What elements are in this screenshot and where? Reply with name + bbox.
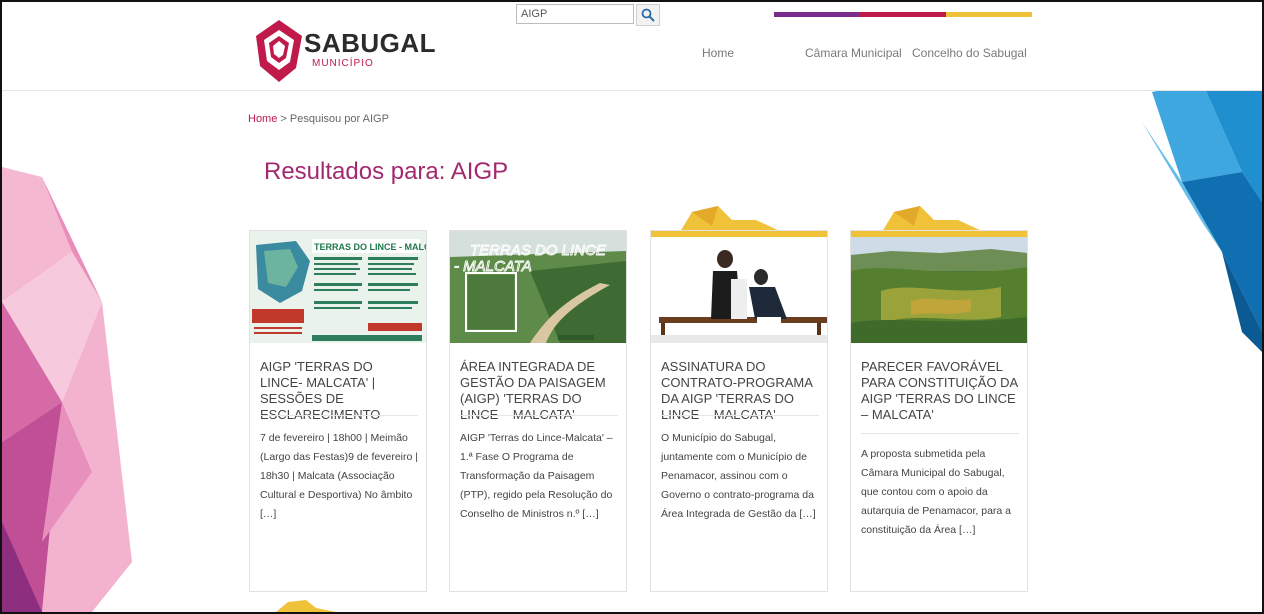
poster-image: TERRAS DO LINCE - MALCATA	[250, 231, 426, 343]
card-divider	[661, 415, 819, 416]
page-title: Resultados para: AIGP	[264, 158, 509, 185]
result-card[interactable]: TERRAS DO LINCE - MALCATA ÁREA INTEGRADA…	[449, 230, 627, 592]
image-overlay-title: TERRAS DO LINCE	[470, 242, 607, 259]
breadcrumb-current: > Pesquisou por AIGP	[277, 113, 389, 125]
decorative-polygons-left	[2, 167, 132, 612]
ribbon-decoration	[276, 600, 336, 612]
search-input[interactable]	[516, 4, 634, 24]
search-icon	[641, 8, 655, 22]
card-image[interactable]: TERRAS DO LINCE - MALCATA	[250, 231, 426, 343]
result-card[interactable]: TERRAS DO LINCE - MALCATA AIGP 'TERRAS D…	[249, 230, 427, 592]
brand-color-bar	[774, 12, 1032, 17]
signing-photo	[651, 231, 827, 343]
card-divider	[260, 415, 418, 416]
card-title[interactable]: ASSINATURA DO CONTRATO-PROGRAMA DA AIGP …	[661, 359, 819, 423]
site-header: SABUGAL MUNICÍPIO Home Câmara Municipal …	[2, 2, 1262, 91]
nav-concelho-do-sabugal[interactable]: Concelho do Sabugal	[912, 46, 1027, 60]
result-card[interactable]: PARECER FAVORÁVEL PARA CONSTITUIÇÃO DA A…	[850, 230, 1028, 592]
sabugal-logo-icon	[256, 20, 302, 82]
breadcrumb-home-link[interactable]: Home	[248, 113, 277, 125]
breadcrumb: Home > Pesquisou por AIGP	[248, 113, 389, 125]
card-excerpt: 7 de fevereiro | 18h00 | Meimão (Largo d…	[260, 432, 418, 520]
image-overlay-subtitle: - MALCATA	[454, 258, 532, 275]
search-button[interactable]	[636, 4, 660, 26]
forest-landscape-image	[851, 231, 1027, 343]
card-title[interactable]: PARECER FAVORÁVEL PARA CONSTITUIÇÃO DA A…	[861, 359, 1019, 423]
landscape-image: TERRAS DO LINCE - MALCATA	[450, 231, 626, 343]
ribbon-decoration	[882, 206, 984, 232]
card-image[interactable]	[651, 231, 827, 343]
poster-title: TERRAS DO LINCE - MALCATA	[314, 242, 426, 252]
nav-camara-municipal[interactable]: Câmara Municipal	[805, 46, 902, 60]
card-excerpt: A proposta submetida pela Câmara Municip…	[861, 448, 1012, 536]
nav-home[interactable]: Home	[702, 46, 734, 60]
result-card[interactable]: ASSINATURA DO CONTRATO-PROGRAMA DA AIGP …	[650, 230, 828, 592]
card-divider	[861, 433, 1019, 434]
logo-name: SABUGAL	[304, 28, 437, 58]
card-title[interactable]: ÁREA INTEGRADA DE GESTÃO DA PAISAGEM (AI…	[460, 359, 618, 423]
card-divider	[460, 415, 618, 416]
browser-page: SABUGAL MUNICÍPIO Home Câmara Municipal …	[0, 0, 1264, 614]
logo-subtitle: MUNICÍPIO	[312, 58, 374, 69]
ribbon-decoration	[680, 206, 782, 232]
card-image[interactable]	[851, 231, 1027, 343]
card-excerpt: AIGP 'Terras do Lince-Malcata' – 1.ª Fas…	[460, 432, 613, 520]
card-title[interactable]: AIGP 'TERRAS DO LINCE- MALCATA' | SESSÕE…	[260, 359, 418, 423]
municipality-logo[interactable]: SABUGAL MUNICÍPIO	[254, 18, 436, 84]
card-image[interactable]: TERRAS DO LINCE - MALCATA	[450, 231, 626, 343]
card-excerpt: O Município do Sabugal, juntamente com o…	[661, 432, 816, 520]
